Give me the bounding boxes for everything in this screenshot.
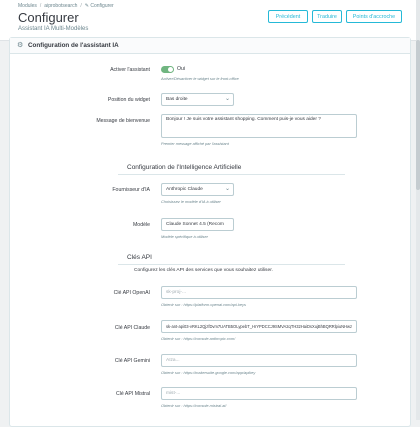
gemini-key-input[interactable]: AIza... bbox=[161, 354, 357, 367]
gear-icon: ⚙ bbox=[17, 42, 24, 49]
position-select[interactable]: Bas droite ⌄ bbox=[161, 93, 234, 106]
back-button[interactable]: Précédent bbox=[268, 10, 308, 23]
hooks-button[interactable]: Points d'accroche bbox=[346, 10, 402, 23]
claude-label: Clé API Claude bbox=[114, 325, 150, 331]
position-value: Bas droite bbox=[166, 97, 188, 102]
welcome-value: Bonjour ! Je suis votre assistant shoppi… bbox=[166, 117, 321, 122]
welcome-label: Message de bienvenue bbox=[96, 118, 150, 124]
enable-label: Activer l'assistant bbox=[110, 67, 150, 73]
top-header: Modules / aiprobotsearch / ✎ Configurer Conf… bbox=[0, 0, 420, 41]
provider-label: Fournisseur d'IA bbox=[112, 187, 150, 193]
chevron-down-icon: ⌄ bbox=[224, 96, 230, 102]
panel-header: ⚙ Configuration de l'assistant IA bbox=[10, 38, 410, 54]
page-subtitle: Assistant IA Multi-Modèles bbox=[18, 26, 89, 32]
mistral-key-input[interactable]: mist-... bbox=[161, 387, 357, 400]
mistral-placeholder: mist-... bbox=[166, 391, 181, 396]
claude-help: Obtenir sur : https://console.anthropic.… bbox=[161, 336, 236, 341]
scrollbar-track[interactable] bbox=[416, 0, 420, 420]
openai-label: Clé API OpenAI bbox=[113, 290, 150, 296]
enable-help: Activer/Désactiver le widget sur le fron… bbox=[161, 76, 239, 81]
edit-icon: ✎ bbox=[84, 3, 89, 9]
model-value: Claude Sonnet 4.5 (Recom bbox=[166, 222, 224, 227]
openai-help: Obtenir sur : https://platform.openai.co… bbox=[161, 302, 246, 307]
ai-section-divider bbox=[118, 174, 345, 175]
breadcrumb-current: Configurer bbox=[90, 3, 114, 9]
position-label: Position du widget bbox=[107, 97, 150, 103]
openai-placeholder: sk-proj-... bbox=[166, 290, 186, 295]
scrollbar-thumb[interactable] bbox=[416, 40, 420, 190]
provider-value: Anthropic Claude bbox=[166, 187, 203, 192]
claude-key-input[interactable]: sk-ant-api03-vRKL2QjzfDvm7UATB5OLypebT_H… bbox=[161, 320, 357, 333]
welcome-help: Premier message affiché par l'assistant bbox=[161, 141, 229, 146]
welcome-textarea[interactable]: Bonjour ! Je suis votre assistant shoppi… bbox=[161, 114, 357, 138]
ai-section-title: Configuration de l'Intelligence Artifici… bbox=[127, 164, 242, 171]
keys-section-title: Clés API bbox=[127, 254, 152, 261]
gemini-help: Obtenir sur : https://makersuite.google.… bbox=[161, 370, 256, 375]
page-title: Configurer bbox=[18, 10, 79, 25]
breadcrumb-modules[interactable]: Modules bbox=[18, 3, 37, 9]
provider-select[interactable]: Anthropic Claude ⌄ bbox=[161, 183, 234, 196]
keys-section-divider bbox=[118, 264, 345, 265]
gemini-placeholder: AIza... bbox=[166, 358, 180, 363]
breadcrumb-module[interactable]: aiprobotsearch bbox=[44, 3, 77, 9]
enable-value: Oui bbox=[177, 66, 186, 72]
mistral-label: Clé API Mistral bbox=[115, 391, 150, 397]
keys-intro: Configurez les clés API des services que… bbox=[134, 268, 273, 273]
openai-key-input[interactable]: sk-proj-... bbox=[161, 286, 357, 299]
panel-title: Configuration de l'assistant IA bbox=[28, 42, 119, 49]
provider-help: Choisissez le modèle d'IA à utiliser bbox=[161, 199, 221, 204]
translate-button[interactable]: Traduire bbox=[312, 10, 342, 23]
gemini-label: Clé API Gemini bbox=[114, 358, 150, 364]
breadcrumb: Modules / aiprobotsearch / ✎ Configurer bbox=[18, 3, 114, 9]
enable-toggle[interactable] bbox=[161, 66, 174, 73]
claude-key-value: sk-ant-api03-vRKL2QjzfDvm7UATB5OLypebT_H… bbox=[166, 324, 353, 329]
model-help: Modèle spécifique à utiliser bbox=[161, 234, 208, 239]
model-label: Modèle bbox=[132, 222, 150, 228]
model-select[interactable]: Claude Sonnet 4.5 (Recom bbox=[161, 218, 234, 231]
chevron-down-icon: ⌄ bbox=[224, 186, 230, 192]
mistral-help: Obtenir sur : https://console.mistral.ai… bbox=[161, 403, 227, 408]
